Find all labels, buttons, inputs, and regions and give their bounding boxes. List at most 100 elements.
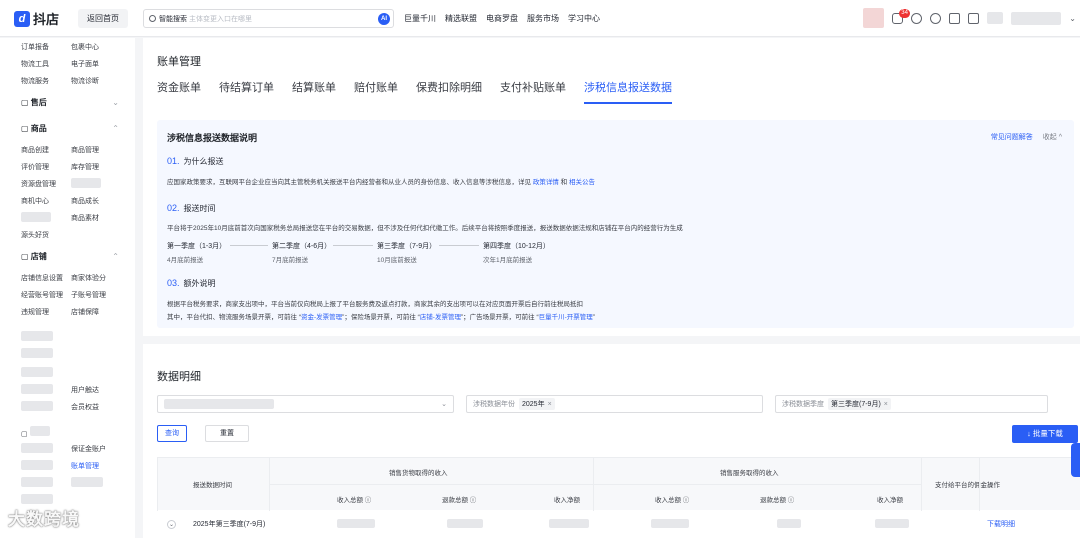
- shop-select[interactable]: ⌄: [157, 395, 454, 413]
- sidebar-item-hidden[interactable]: [21, 493, 71, 506]
- topnav-item-market[interactable]: 服务市场: [527, 13, 559, 24]
- section-why-text: 应国家政策要求，互联网平台企业应当向其主管税务机关报送平台内经营者和从业人员的身…: [167, 176, 595, 186]
- sidebar-item[interactable]: 订单报备: [21, 42, 71, 52]
- col-goods-total: 收入总额 ⓘ: [337, 497, 372, 504]
- account-chip[interactable]: [987, 12, 1004, 24]
- sidebar-item[interactable]: 商品创建: [21, 145, 71, 155]
- sidebar-item[interactable]: 电子面单: [71, 59, 121, 69]
- quarter-3: 第三季度（7-9月）: [377, 243, 437, 250]
- sidebar-item[interactable]: 商品素材: [71, 213, 121, 223]
- quarter-select[interactable]: 涉税数据季度 第三季度(7-9月) ×: [775, 395, 1048, 413]
- sidebar-item-hidden[interactable]: [21, 211, 71, 224]
- timeline-line: [439, 245, 479, 246]
- related-notice-link[interactable]: 相关公告: [569, 179, 595, 186]
- sidebar-item[interactable]: 店铺保障: [71, 307, 121, 317]
- quarter-tag-text: 第三季度(7-9月): [831, 401, 881, 408]
- sidebar-item-active[interactable]: 账单管理: [71, 461, 121, 471]
- sidebar-item[interactable]: 包裹中心: [71, 42, 121, 52]
- sidebar-item-hidden[interactable]: [71, 476, 121, 489]
- close-icon[interactable]: ×: [884, 401, 888, 408]
- sidebar-row: [21, 345, 135, 362]
- sidebar-item-hidden[interactable]: [21, 383, 71, 396]
- search-input[interactable]: 智能搜索 主体变更入口在哪里 AI: [143, 9, 394, 28]
- sidebar-item-hidden[interactable]: [21, 400, 71, 413]
- sidebar-group-shop[interactable]: ▢ 店铺 ⌃: [21, 243, 135, 269]
- app-logo[interactable]: d 抖店: [14, 9, 59, 28]
- sidebar-item[interactable]: 源头好货: [21, 230, 71, 240]
- tab-tax-report[interactable]: 涉税信息报送数据: [584, 79, 672, 104]
- tab-fund-bill[interactable]: 资金账单: [157, 79, 201, 104]
- faq-link[interactable]: 常见问题解答: [991, 134, 1033, 141]
- sidebar-item[interactable]: 商品管理: [71, 145, 121, 155]
- qianchuan-invoice-link[interactable]: 巨量千川-开票管理: [539, 314, 593, 321]
- headset-icon[interactable]: [911, 12, 923, 24]
- message-icon[interactable]: [949, 12, 961, 24]
- sidebar-item[interactable]: 商品成长: [71, 196, 121, 206]
- sidebar-item-hidden[interactable]: [21, 330, 71, 343]
- sidebar-item[interactable]: 保证金账户: [71, 444, 121, 454]
- topnav-item-compass[interactable]: 电商罗盘: [486, 13, 518, 24]
- collapse-button[interactable]: 收起 ^: [1043, 134, 1062, 141]
- top-bar: d 抖店 返回首页 智能搜索 主体变更入口在哪里 AI 巨量千川 精选联盟 电商…: [0, 0, 1080, 37]
- back-home-button[interactable]: 返回首页: [78, 9, 128, 28]
- sidebar-item[interactable]: 子账号管理: [71, 290, 121, 300]
- tab-premium-deduction[interactable]: 保费扣除明细: [416, 79, 482, 104]
- close-icon[interactable]: ×: [548, 401, 552, 408]
- sidebar-item[interactable]: 用户触达: [71, 385, 121, 395]
- topnav-item-qianchuan[interactable]: 巨量千川: [404, 13, 436, 24]
- sidebar-item[interactable]: 店铺信息设置: [21, 273, 71, 283]
- sidebar-group-goods[interactable]: ▢ 商品 ⌃: [21, 115, 135, 141]
- topnav-item-alliance[interactable]: 精选联盟: [445, 13, 477, 24]
- policy-detail-link[interactable]: 政策详情: [533, 179, 559, 186]
- sidebar-item-hidden[interactable]: ▢: [21, 425, 71, 438]
- ai-icon[interactable]: AI: [378, 13, 390, 25]
- reset-button[interactable]: 重置: [205, 425, 249, 442]
- sidebar-item[interactable]: 库存管理: [71, 162, 121, 172]
- notification-icon[interactable]: 34: [892, 8, 910, 24]
- sidebar-item-hidden[interactable]: [21, 347, 71, 360]
- sidebar-item[interactable]: 违规管理: [21, 307, 71, 317]
- query-button[interactable]: 查询: [157, 425, 187, 442]
- sidebar-item[interactable]: 商家体验分: [71, 273, 121, 283]
- tab-settlement-bill[interactable]: 结算账单: [292, 79, 336, 104]
- topnav-item-learning[interactable]: 学习中心: [568, 13, 600, 24]
- sidebar-row: 经营账号管理 子账号管理: [21, 286, 135, 303]
- sidebar-item-hidden[interactable]: [21, 442, 71, 455]
- quarter-4: 第四季度（10-12月）: [483, 243, 550, 250]
- sidebar-item[interactable]: 会员权益: [71, 402, 121, 412]
- sidebar-item[interactable]: 物流诊断: [71, 76, 121, 86]
- section-extra: 03. 额外说明: [167, 278, 216, 289]
- sidebar-group-after-sale[interactable]: ▢ 售后 ⌄: [21, 89, 135, 115]
- info-links: 常见问题解答 收起 ^: [991, 132, 1062, 142]
- sidebar-item-hidden[interactable]: [21, 366, 71, 379]
- sidebar-item[interactable]: 物流工具: [21, 59, 71, 69]
- shop-invoice-link[interactable]: 店铺-发票管理: [420, 314, 461, 321]
- sidebar-item-hidden[interactable]: [21, 476, 71, 489]
- sidebar-item[interactable]: 资源盘管理: [21, 179, 71, 189]
- sidebar-item-hidden[interactable]: [71, 177, 121, 190]
- download-detail-link[interactable]: 下载明细: [987, 519, 1015, 529]
- batch-download-button[interactable]: ↓ 批量下载: [1012, 425, 1078, 443]
- help-icon[interactable]: [930, 12, 942, 24]
- sidebar-item[interactable]: 评价管理: [21, 162, 71, 172]
- chevron-down-icon[interactable]: ⌄: [1069, 14, 1076, 23]
- quarter-2: 第二季度（4-6月）: [272, 243, 332, 250]
- sidebar-item[interactable]: 物流服务: [21, 76, 71, 86]
- sidebar-item[interactable]: 商机中心: [21, 196, 71, 206]
- floating-help-button[interactable]: [1071, 443, 1080, 477]
- tab-pending-orders[interactable]: 待结算订单: [219, 79, 274, 104]
- settings-icon[interactable]: [968, 12, 980, 24]
- fund-invoice-link[interactable]: 资金-发票管理: [301, 314, 342, 321]
- account-name[interactable]: [1011, 11, 1062, 25]
- redacted-value: [337, 519, 375, 528]
- divider: [921, 458, 922, 511]
- tab-compensation-bill[interactable]: 赔付账单: [354, 79, 398, 104]
- divider: [269, 484, 921, 485]
- avatar-shop[interactable]: [863, 8, 885, 28]
- col-paid-to-platform: 支付给平台的佣金...: [935, 482, 993, 489]
- sidebar-item-hidden[interactable]: [21, 459, 71, 472]
- expand-icon[interactable]: ⌄: [167, 520, 176, 529]
- year-select[interactable]: 涉税数据年份 2025年 ×: [466, 395, 763, 413]
- tab-payment-subsidy[interactable]: 支付补贴账单: [500, 79, 566, 104]
- sidebar-item[interactable]: 经营账号管理: [21, 290, 71, 300]
